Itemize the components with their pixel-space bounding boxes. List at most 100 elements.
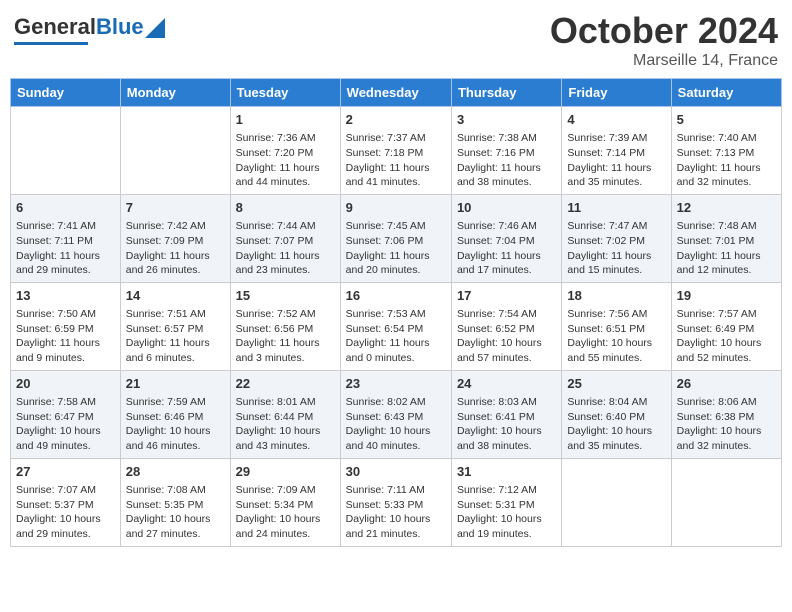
day-number: 10 xyxy=(457,199,556,217)
day-info: Sunrise: 7:45 AMSunset: 7:06 PMDaylight:… xyxy=(346,219,446,278)
day-number: 7 xyxy=(126,199,225,217)
day-info: Sunrise: 8:04 AMSunset: 6:40 PMDaylight:… xyxy=(567,395,665,454)
calendar-cell: 15 Sunrise: 7:52 AMSunset: 6:56 PMDayligh… xyxy=(230,282,340,370)
day-number: 22 xyxy=(236,375,335,393)
day-number: 25 xyxy=(567,375,665,393)
day-number: 26 xyxy=(677,375,776,393)
header-monday: Monday xyxy=(120,79,230,107)
logo-arrow-icon xyxy=(145,18,165,38)
day-info: Sunrise: 8:06 AMSunset: 6:38 PMDaylight:… xyxy=(677,395,776,454)
day-number: 12 xyxy=(677,199,776,217)
day-info: Sunrise: 7:53 AMSunset: 6:54 PMDaylight:… xyxy=(346,307,446,366)
day-info: Sunrise: 7:51 AMSunset: 6:57 PMDaylight:… xyxy=(126,307,225,366)
calendar-cell: 11 Sunrise: 7:47 AMSunset: 7:02 PMDayligh… xyxy=(562,194,671,282)
calendar-cell: 12 Sunrise: 7:48 AMSunset: 7:01 PMDayligh… xyxy=(671,194,781,282)
calendar-cell: 18 Sunrise: 7:56 AMSunset: 6:51 PMDayligh… xyxy=(562,282,671,370)
header-wednesday: Wednesday xyxy=(340,79,451,107)
calendar-week-row: 13 Sunrise: 7:50 AMSunset: 6:59 PMDayligh… xyxy=(11,282,782,370)
calendar-cell xyxy=(671,458,781,546)
calendar-cell: 14Sunrise: 7:51 AMSunset: 6:57 PMDayligh… xyxy=(120,282,230,370)
calendar-cell: 21Sunrise: 7:59 AMSunset: 6:46 PMDayligh… xyxy=(120,370,230,458)
day-info: Sunrise: 7:38 AMSunset: 7:16 PMDaylight:… xyxy=(457,131,556,190)
calendar-cell: 16 Sunrise: 7:53 AMSunset: 6:54 PMDayligh… xyxy=(340,282,451,370)
calendar-cell: 5 Sunrise: 7:40 AMSunset: 7:13 PMDaylight… xyxy=(671,107,781,195)
calendar-cell xyxy=(562,458,671,546)
day-info: Sunrise: 7:56 AMSunset: 6:51 PMDaylight:… xyxy=(567,307,665,366)
page-title: October 2024 xyxy=(550,10,778,52)
day-number: 17 xyxy=(457,287,556,305)
day-number: 28 xyxy=(126,463,225,481)
day-info: Sunrise: 7:58 AMSunset: 6:47 PMDaylight:… xyxy=(16,395,115,454)
calendar-week-row: 27 Sunrise: 7:07 AMSunset: 5:37 PMDayligh… xyxy=(11,458,782,546)
day-info: Sunrise: 8:01 AMSunset: 6:44 PMDaylight:… xyxy=(236,395,335,454)
day-number: 19 xyxy=(677,287,776,305)
day-number: 2 xyxy=(346,111,446,129)
header-friday: Friday xyxy=(562,79,671,107)
header-sunday: Sunday xyxy=(11,79,121,107)
day-info: Sunrise: 8:02 AMSunset: 6:43 PMDaylight:… xyxy=(346,395,446,454)
calendar-week-row: 6Sunrise: 7:41 AMSunset: 7:11 PMDaylight… xyxy=(11,194,782,282)
day-number: 13 xyxy=(16,287,115,305)
calendar-cell: 1Sunrise: 7:36 AMSunset: 7:20 PMDaylight… xyxy=(230,107,340,195)
calendar-cell: 27 Sunrise: 7:07 AMSunset: 5:37 PMDayligh… xyxy=(11,458,121,546)
logo-underline xyxy=(14,42,88,45)
day-info: Sunrise: 7:44 AMSunset: 7:07 PMDaylight:… xyxy=(236,219,335,278)
calendar-cell: 10Sunrise: 7:46 AMSunset: 7:04 PMDayligh… xyxy=(451,194,561,282)
day-info: Sunrise: 7:47 AMSunset: 7:02 PMDaylight:… xyxy=(567,219,665,278)
day-number: 8 xyxy=(236,199,335,217)
day-info: Sunrise: 7:57 AMSunset: 6:49 PMDaylight:… xyxy=(677,307,776,366)
day-number: 27 xyxy=(16,463,115,481)
calendar-cell: 8 Sunrise: 7:44 AMSunset: 7:07 PMDaylight… xyxy=(230,194,340,282)
calendar-week-row: 1Sunrise: 7:36 AMSunset: 7:20 PMDaylight… xyxy=(11,107,782,195)
calendar-cell: 28 Sunrise: 7:08 AMSunset: 5:35 PMDayligh… xyxy=(120,458,230,546)
day-info: Sunrise: 7:08 AMSunset: 5:35 PMDaylight:… xyxy=(126,483,225,542)
day-number: 23 xyxy=(346,375,446,393)
header-saturday: Saturday xyxy=(671,79,781,107)
calendar-cell: 31 Sunrise: 7:12 AMSunset: 5:31 PMDayligh… xyxy=(451,458,561,546)
day-number: 5 xyxy=(677,111,776,129)
day-info: Sunrise: 7:36 AMSunset: 7:20 PMDaylight:… xyxy=(236,131,335,190)
day-number: 4 xyxy=(567,111,665,129)
header-thursday: Thursday xyxy=(451,79,561,107)
day-info: Sunrise: 7:07 AMSunset: 5:37 PMDaylight:… xyxy=(16,483,115,542)
calendar-week-row: 20 Sunrise: 7:58 AMSunset: 6:47 PMDayligh… xyxy=(11,370,782,458)
day-info: Sunrise: 7:48 AMSunset: 7:01 PMDaylight:… xyxy=(677,219,776,278)
calendar-cell: 24 Sunrise: 8:03 AMSunset: 6:41 PMDayligh… xyxy=(451,370,561,458)
calendar-cell: 6Sunrise: 7:41 AMSunset: 7:11 PMDaylight… xyxy=(11,194,121,282)
calendar-cell: 25 Sunrise: 8:04 AMSunset: 6:40 PMDayligh… xyxy=(562,370,671,458)
day-number: 30 xyxy=(346,463,446,481)
calendar-table: SundayMondayTuesdayWednesdayThursdayFrid… xyxy=(10,78,782,547)
day-info: Sunrise: 7:37 AMSunset: 7:18 PMDaylight:… xyxy=(346,131,446,190)
day-number: 6 xyxy=(16,199,115,217)
day-number: 18 xyxy=(567,287,665,305)
calendar-cell xyxy=(120,107,230,195)
day-number: 15 xyxy=(236,287,335,305)
day-number: 16 xyxy=(346,287,446,305)
day-number: 3 xyxy=(457,111,556,129)
day-number: 31 xyxy=(457,463,556,481)
day-info: Sunrise: 7:12 AMSunset: 5:31 PMDaylight:… xyxy=(457,483,556,542)
page-subtitle: Marseille 14, France xyxy=(550,52,778,70)
calendar-cell: 2 Sunrise: 7:37 AMSunset: 7:18 PMDaylight… xyxy=(340,107,451,195)
calendar-cell: 19 Sunrise: 7:57 AMSunset: 6:49 PMDayligh… xyxy=(671,282,781,370)
day-number: 20 xyxy=(16,375,115,393)
day-info: Sunrise: 7:59 AMSunset: 6:46 PMDaylight:… xyxy=(126,395,225,454)
day-number: 24 xyxy=(457,375,556,393)
calendar-cell: 26 Sunrise: 8:06 AMSunset: 6:38 PMDayligh… xyxy=(671,370,781,458)
day-info: Sunrise: 7:40 AMSunset: 7:13 PMDaylight:… xyxy=(677,131,776,190)
calendar-cell: 3 Sunrise: 7:38 AMSunset: 7:16 PMDaylight… xyxy=(451,107,561,195)
page-header: General Blue October 2024 Marseille 14, … xyxy=(10,10,782,70)
logo-general: General xyxy=(14,14,96,40)
title-section: October 2024 Marseille 14, France xyxy=(550,10,778,70)
day-info: Sunrise: 7:50 AMSunset: 6:59 PMDaylight:… xyxy=(16,307,115,366)
day-info: Sunrise: 7:39 AMSunset: 7:14 PMDaylight:… xyxy=(567,131,665,190)
calendar-cell: 20 Sunrise: 7:58 AMSunset: 6:47 PMDayligh… xyxy=(11,370,121,458)
day-number: 9 xyxy=(346,199,446,217)
day-number: 29 xyxy=(236,463,335,481)
day-info: Sunrise: 7:52 AMSunset: 6:56 PMDaylight:… xyxy=(236,307,335,366)
day-number: 11 xyxy=(567,199,665,217)
day-info: Sunrise: 8:03 AMSunset: 6:41 PMDaylight:… xyxy=(457,395,556,454)
calendar-cell: 13 Sunrise: 7:50 AMSunset: 6:59 PMDayligh… xyxy=(11,282,121,370)
calendar-cell: 22 Sunrise: 8:01 AMSunset: 6:44 PMDayligh… xyxy=(230,370,340,458)
calendar-cell: 9 Sunrise: 7:45 AMSunset: 7:06 PMDaylight… xyxy=(340,194,451,282)
